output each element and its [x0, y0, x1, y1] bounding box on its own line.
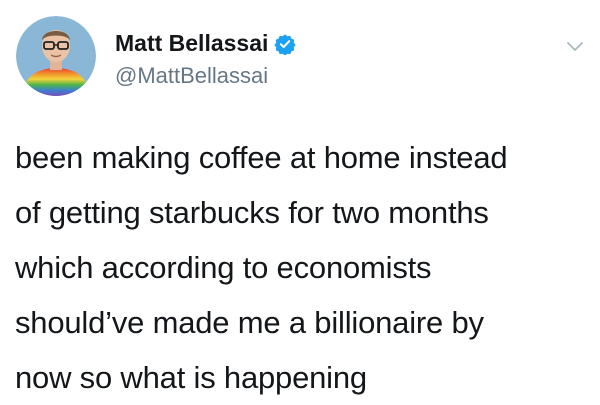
tweet-text-line: now so what is happening: [15, 360, 367, 395]
author-name-row: Matt Bellassai: [115, 30, 297, 57]
tweet-card: Matt Bellassai @MattBellassai been makin…: [0, 0, 600, 405]
tweet-text: been making coffee at home instead of ge…: [15, 130, 590, 405]
avatar-photo: [16, 16, 96, 96]
tweet-text-line: been making coffee at home instead: [15, 140, 508, 175]
tweet-text-line: should’ve made me a billionaire by: [15, 305, 484, 340]
tweet-text-line: which according to economists: [15, 250, 432, 285]
author-display-name[interactable]: Matt Bellassai: [115, 30, 268, 57]
avatar[interactable]: [16, 16, 96, 96]
tweet-menu-button[interactable]: [564, 36, 586, 58]
tweet-text-line: of getting starbucks for two months: [15, 195, 489, 230]
verified-badge-icon: [274, 33, 297, 56]
chevron-down-icon: [567, 42, 583, 51]
author-handle[interactable]: @MattBellassai: [115, 63, 268, 89]
